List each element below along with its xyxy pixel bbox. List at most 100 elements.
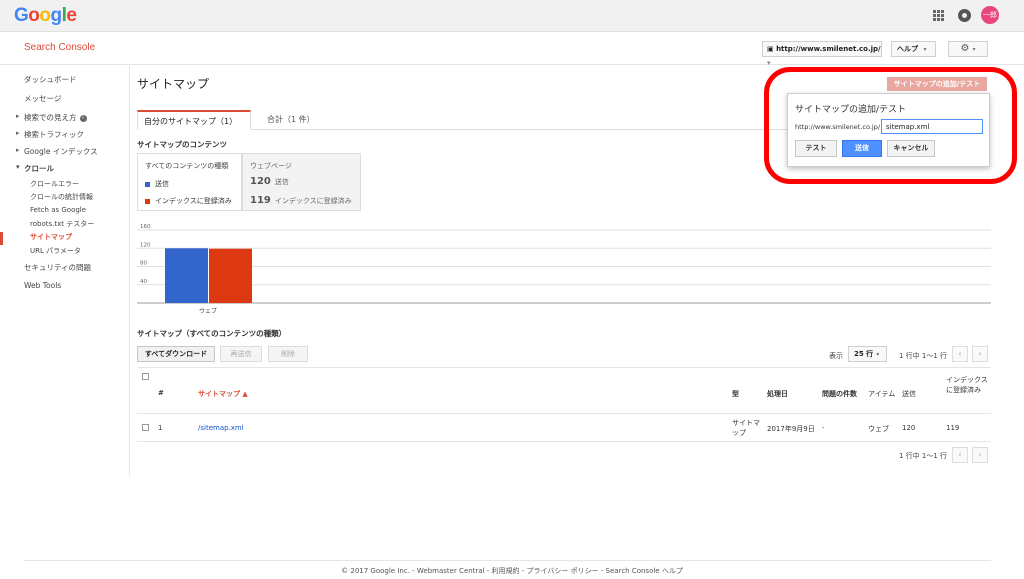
settings-button[interactable]: ⚙ ▾: [948, 41, 988, 57]
delete-button[interactable]: 削除: [268, 346, 308, 362]
help-label: ヘルプ: [897, 45, 918, 53]
stat-indexed: 119 インデックスに登録済み: [250, 195, 352, 206]
sidebar-subitem-fetch-as-google[interactable]: Fetch as Google: [30, 206, 86, 214]
page-title: サイトマップ: [137, 77, 210, 91]
next-page-button-bottom[interactable]: ›: [972, 447, 988, 463]
rows-per-page-value: 25 行: [854, 350, 874, 358]
sidebar-item-crawl[interactable]: クロール: [16, 163, 54, 174]
prev-page-button-bottom[interactable]: ‹: [952, 447, 968, 463]
highlight-annotation: [764, 67, 1017, 184]
sidebar-subitem-crawl-errors[interactable]: クロールエラー: [30, 179, 79, 189]
rows-per-page-select[interactable]: 25 行 ▾: [848, 346, 887, 362]
select-all-checkbox[interactable]: [142, 373, 149, 380]
sidebar-subitem-url-parameters[interactable]: URL パラメータ: [30, 246, 81, 256]
table-divider: [137, 413, 991, 414]
col-header-num: #: [158, 389, 164, 397]
sidebar-item-search-traffic[interactable]: 検索トラフィック: [16, 129, 84, 140]
tab-all-sitemaps[interactable]: 合計（1 件）: [261, 110, 321, 130]
sidebar-item-messages[interactable]: メッセージ: [24, 93, 61, 104]
sidebar-item-search-appearance[interactable]: 検索での見え方i: [16, 112, 87, 123]
legend-swatch: [145, 181, 150, 187]
row-issues: -: [822, 424, 825, 432]
site-icon: ▣: [767, 45, 774, 53]
logo-letter: e: [66, 5, 77, 26]
active-indicator: [0, 232, 3, 245]
resubmit-button[interactable]: 再送信: [220, 346, 262, 362]
gear-icon: ⚙: [960, 43, 970, 54]
y-tick-label: 40: [140, 279, 147, 285]
row-indexed: 119: [946, 424, 960, 432]
content-type-legend[interactable]: すべてのコンテンツの種類 送信 インデックスに登録済み: [137, 153, 242, 211]
sidebar-item-google-index[interactable]: Google インデックス: [16, 146, 98, 157]
sitemap-bar-chart: 40 80 120 160 ウェブ: [137, 224, 991, 315]
row-num: 1: [158, 424, 163, 432]
stat-submitted: 120 送信: [250, 176, 289, 187]
download-all-button[interactable]: すべてダウンロード: [137, 346, 215, 362]
sidebar-item-web-tools[interactable]: Web Tools: [24, 281, 61, 290]
site-url: http://www.smilenet.co.jp/: [776, 45, 881, 53]
stat-label: 送信: [274, 178, 289, 186]
col-header-sitemap[interactable]: サイトマップ ▲: [198, 389, 248, 399]
logo-letter: G: [14, 5, 29, 26]
y-tick-label: 80: [140, 261, 147, 267]
sidebar-item-dashboard[interactable]: ダッシュボード: [24, 74, 77, 85]
console-header: Search Console ▣ http://www.smilenet.co.…: [0, 33, 1024, 67]
chevron-down-icon: ▾: [923, 46, 927, 53]
notifications-icon[interactable]: [958, 9, 971, 22]
sidebar-subitem-sitemaps[interactable]: サイトマップ: [30, 232, 72, 242]
row-items: ウェブ: [868, 425, 889, 433]
sitemap-link[interactable]: /sitemap.xml: [198, 424, 244, 432]
col-header-issues[interactable]: 問題の件数: [822, 389, 857, 399]
apps-grid-icon[interactable]: [933, 10, 944, 21]
bar-indexed: [209, 248, 252, 303]
row-checkbox[interactable]: [142, 424, 149, 431]
stat-value: 120: [250, 176, 271, 187]
stats-heading: ウェブページ: [250, 162, 292, 170]
prev-page-button[interactable]: ‹: [952, 346, 968, 362]
pager-text: 1 行中 1～1 行: [899, 352, 948, 360]
legend-item-indexed: インデックスに登録済み: [145, 196, 232, 206]
bar-submitted: [165, 248, 208, 303]
google-bar: Google 一郎: [0, 0, 1024, 32]
next-page-button[interactable]: ›: [972, 346, 988, 362]
legend-heading: すべてのコンテンツの種類: [145, 162, 229, 170]
sidebar-item-security-issues[interactable]: セキュリティの問題: [24, 262, 91, 273]
logo-letter: o: [28, 5, 40, 26]
footer-divider: [24, 560, 991, 561]
site-selector[interactable]: ▣ http://www.smilenet.co.jp/ ▾: [762, 41, 882, 67]
col-header-processed[interactable]: 処理日: [767, 389, 788, 399]
contents-section-label: サイトマップのコンテンツ: [137, 140, 227, 149]
col-header-items[interactable]: アイテム: [868, 389, 895, 399]
table-divider: [137, 367, 991, 368]
chevron-left-icon: ‹: [958, 450, 962, 459]
legend-label: インデックスに登録済み: [155, 197, 232, 205]
tab-my-sitemaps[interactable]: 自分のサイトマップ（1）: [137, 110, 251, 130]
web-page-stats[interactable]: ウェブページ 120 送信 119 インデックスに登録済み: [242, 153, 361, 211]
pager-text-bottom: 1 行中 1～1 行: [899, 452, 948, 460]
col-header-submitted[interactable]: 送信: [902, 389, 916, 399]
logo-letter: o: [39, 5, 51, 26]
sidebar: ダッシュボード メッセージ 検索での見え方i 検索トラフィック Google イ…: [0, 66, 130, 476]
sidebar-subitem-crawl-stats[interactable]: クロールの統計情報: [30, 192, 93, 202]
google-logo[interactable]: Google: [14, 5, 77, 27]
legend-item-submitted: 送信: [145, 179, 169, 189]
row-type: サイトマップ: [732, 419, 760, 437]
y-tick-label: 160: [140, 224, 151, 230]
table-divider: [137, 441, 991, 442]
footer[interactable]: © 2017 Google Inc. - Webmaster Central -…: [0, 566, 1024, 576]
chevron-down-icon: ▾: [767, 59, 771, 67]
avatar[interactable]: 一郎: [981, 6, 999, 24]
info-icon[interactable]: i: [79, 114, 87, 122]
logo-letter: g: [50, 5, 63, 26]
col-header-indexed[interactable]: インデックスに登録済み: [946, 375, 990, 395]
sidebar-subitem-robots-tester[interactable]: robots.txt テスター: [30, 219, 94, 229]
help-dropdown[interactable]: ヘルプ ▾: [891, 41, 936, 57]
x-tick-label: ウェブ: [199, 307, 217, 315]
chevron-down-icon: ▾: [876, 351, 880, 358]
chevron-left-icon: ‹: [958, 349, 962, 358]
col-header-type[interactable]: 型: [732, 389, 739, 399]
y-tick-label: 120: [140, 242, 151, 248]
app-title[interactable]: Search Console: [24, 42, 95, 53]
row-submitted: 120: [902, 424, 916, 432]
chevron-right-icon: ›: [978, 349, 982, 358]
